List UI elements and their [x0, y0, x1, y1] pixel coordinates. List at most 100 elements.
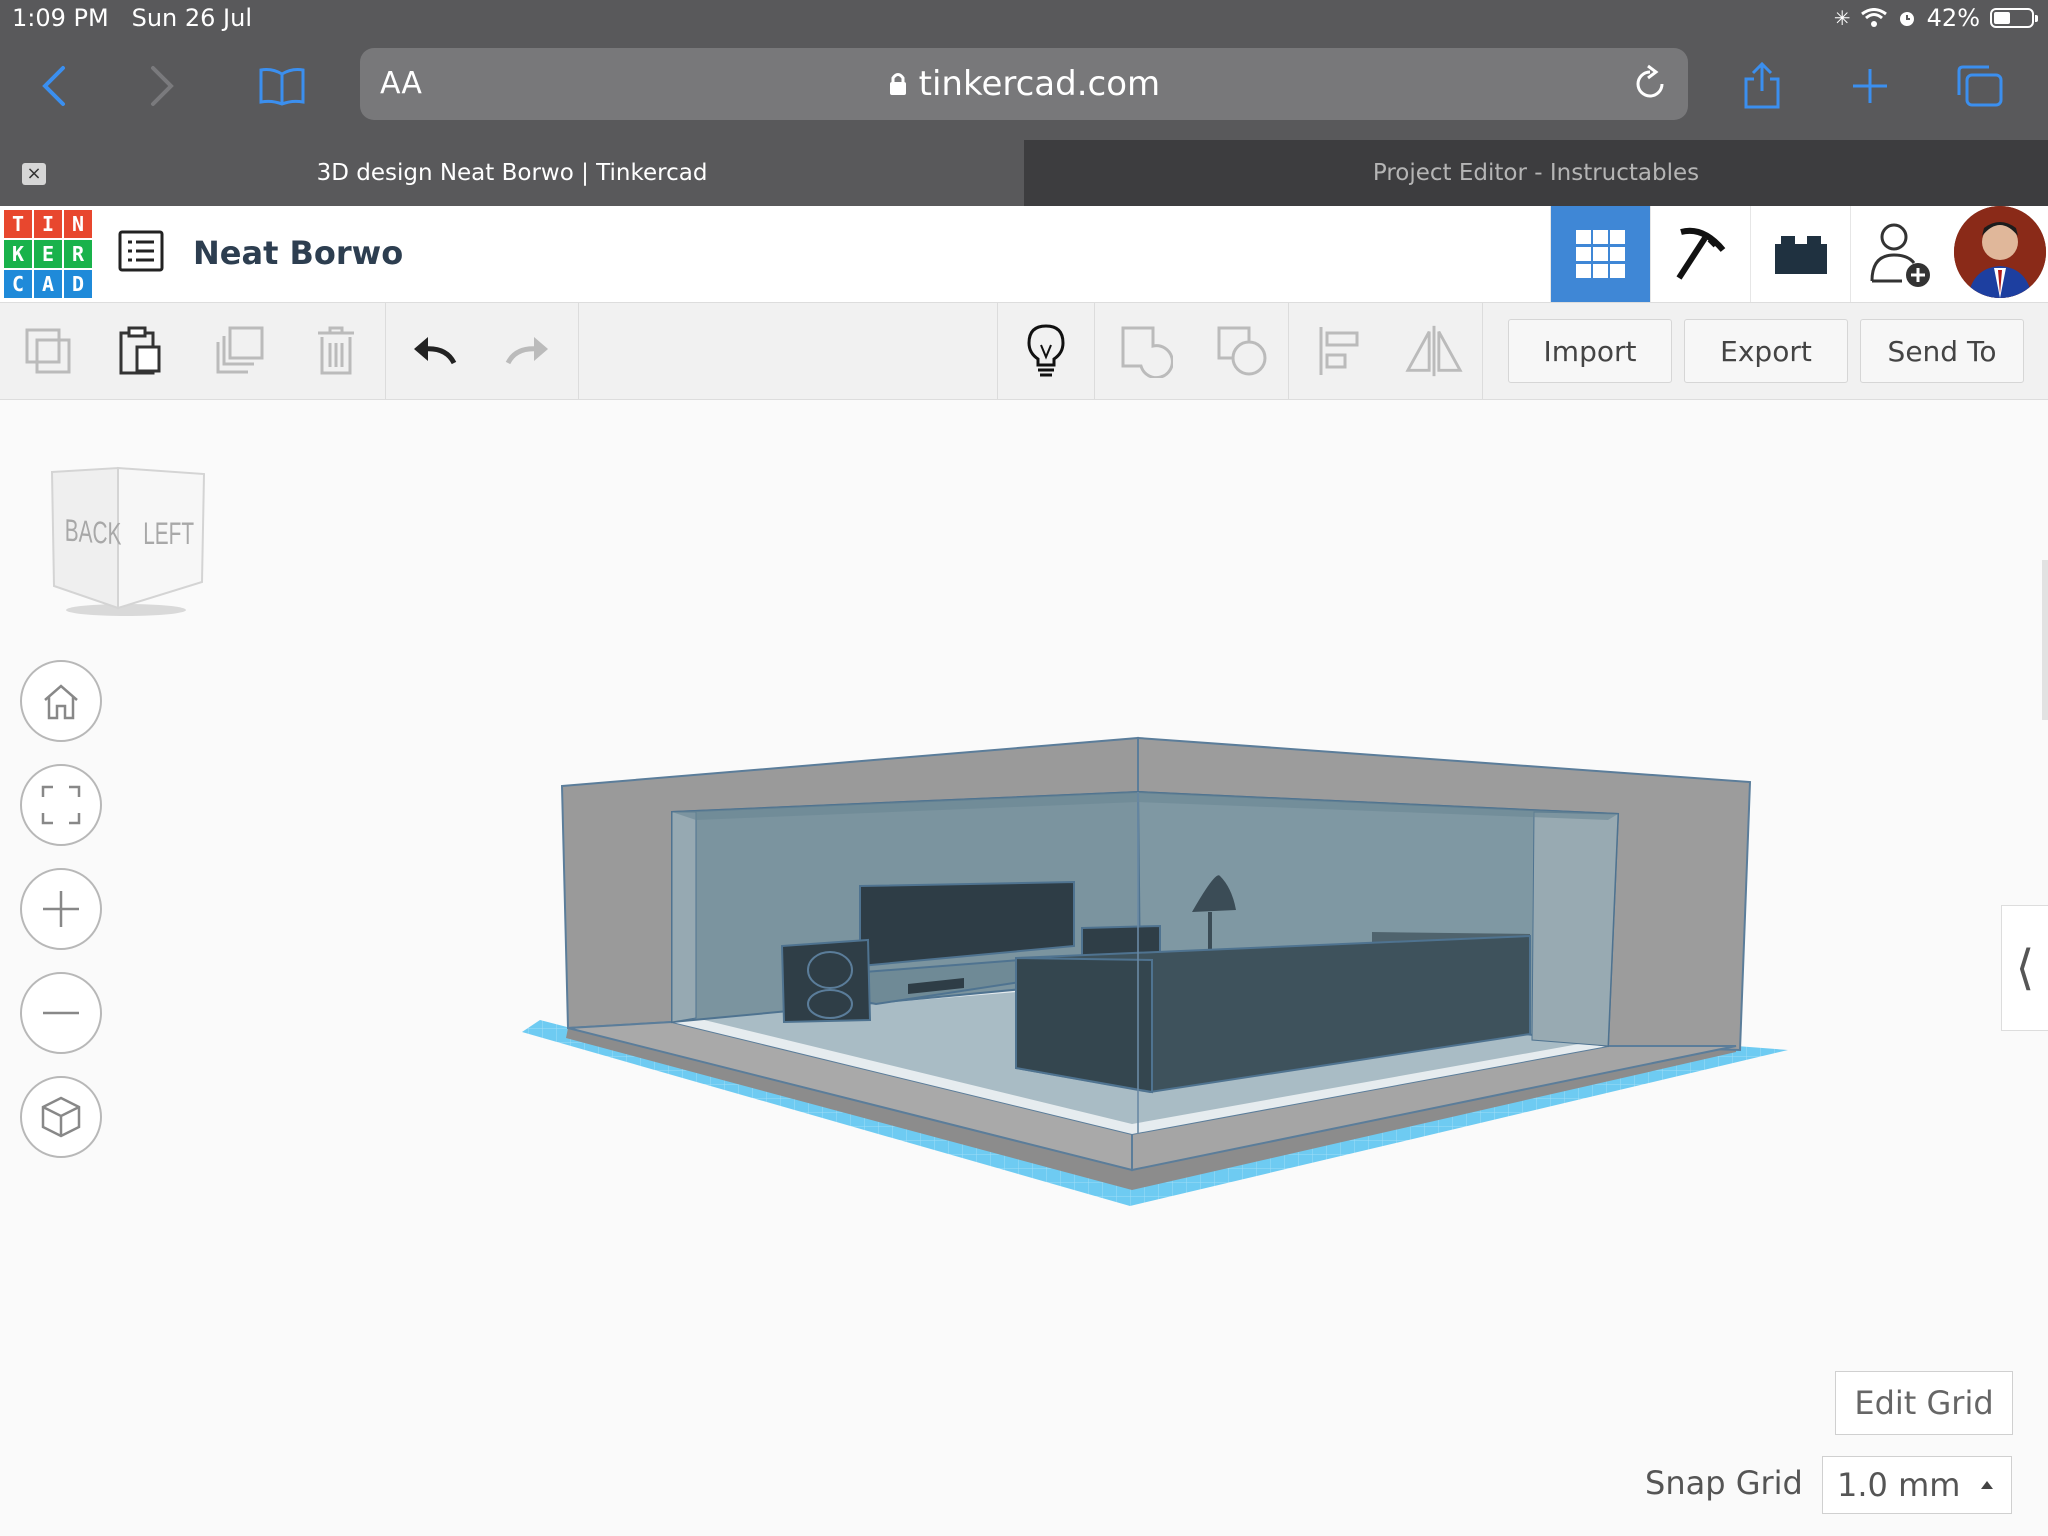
undo-button[interactable] [404, 321, 464, 381]
caret-up-icon [1981, 1481, 1993, 1489]
plus-icon [43, 891, 79, 927]
3d-workplane-scene[interactable] [500, 720, 1800, 1220]
book-icon [259, 68, 305, 106]
chevron-left-icon: ⟨ [2015, 940, 2035, 996]
tab-tinkercad[interactable]: 3D design Neat Borwo | Tinkercad [0, 140, 1024, 206]
zoom-out-button[interactable] [20, 972, 102, 1054]
safari-chrome: 1:09 PM Sun 26 Jul ✳ 42% AA tinkercad.co… [0, 0, 2048, 140]
delete-button[interactable] [306, 321, 366, 381]
share-button[interactable] [1732, 56, 1792, 116]
clipboard-icon [119, 326, 161, 375]
list-icon [118, 230, 164, 272]
status-clock: 1:09 PM [12, 4, 109, 32]
tab-bar: 3D design Neat Borwo | Tinkercad × Proje… [0, 140, 2048, 206]
project-title[interactable]: Neat Borwo [193, 234, 403, 272]
mirror-button[interactable] [1404, 321, 1464, 381]
address-bar[interactable]: AA tinkercad.com [360, 48, 1688, 120]
logo-letter: D [64, 270, 92, 298]
invite-user-button[interactable] [1850, 206, 1951, 302]
avatar-image [1954, 206, 2046, 298]
alarm-icon [1899, 12, 1914, 26]
import-button[interactable]: Import [1508, 319, 1672, 383]
inner-side-right [1531, 811, 1619, 1047]
blocks-view-button[interactable] [1650, 206, 1751, 302]
collapse-panel-button[interactable]: ⟨ [2001, 905, 2048, 1031]
edit-grid-button[interactable]: Edit Grid [1835, 1371, 2013, 1435]
paste-button[interactable] [110, 321, 170, 381]
grid-view-icon [1576, 230, 1625, 278]
tinkercad-logo[interactable]: TIN KER CAD [4, 210, 92, 298]
viewcube-left-label: LEFT [143, 516, 194, 551]
wifi-icon [1860, 8, 1887, 27]
user-avatar[interactable] [1954, 206, 2046, 298]
activity-icon: ✳ [1833, 6, 1851, 30]
group-icon [1121, 326, 1173, 378]
fit-icon [41, 785, 81, 825]
design-list-button[interactable] [118, 230, 164, 276]
logo-letter: E [34, 240, 62, 268]
new-tab-button[interactable] [1840, 56, 1900, 116]
duplicate-button[interactable] [210, 321, 270, 381]
notes-button[interactable] [1016, 321, 1076, 381]
duplicate-icon [216, 326, 264, 374]
scrollbar[interactable] [2042, 560, 2048, 720]
logo-letter: K [4, 240, 32, 268]
tab-instructables[interactable]: Project Editor - Instructables [1024, 140, 2048, 206]
copy-icon [25, 328, 71, 374]
status-date: Sun 26 Jul [131, 4, 253, 32]
copy-button[interactable] [18, 321, 78, 381]
minus-icon [43, 1011, 79, 1015]
battery-percent: 42% [1926, 4, 1980, 32]
home-view-button[interactable] [20, 660, 102, 742]
ungroup-button[interactable] [1212, 321, 1272, 381]
sofa-arm [1015, 956, 1153, 1094]
reload-icon [1636, 64, 1664, 98]
bookmarks-button[interactable] [252, 56, 312, 116]
add-user-icon [1870, 223, 1930, 287]
logo-letter: T [4, 210, 32, 238]
logo-letter: N [64, 210, 92, 238]
status-indicators: ✳ 42% [1833, 4, 2038, 32]
redo-icon [505, 337, 548, 365]
url-display[interactable]: tinkercad.com [360, 64, 1688, 104]
inner-side-left [671, 811, 697, 1023]
back-button[interactable] [24, 56, 84, 116]
viewcube-back-label: BACK [65, 512, 122, 551]
export-button[interactable]: Export [1684, 319, 1848, 383]
url-text: tinkercad.com [918, 64, 1161, 104]
app-header: TIN KER CAD Neat Borwo [0, 206, 2048, 303]
3d-view-button[interactable] [1550, 206, 1651, 302]
snap-grid-value: 1.0 mm [1837, 1466, 1961, 1504]
chevron-left-icon [42, 66, 65, 106]
logo-letter: A [34, 270, 62, 298]
trash-icon [318, 326, 354, 375]
reload-button[interactable] [1632, 64, 1668, 106]
battery-icon [1990, 8, 2038, 28]
tabs-overview-button[interactable] [1950, 56, 2010, 116]
pickaxe-icon [1676, 227, 1726, 280]
undo-icon [414, 337, 457, 365]
logo-letter: C [4, 270, 32, 298]
send-to-button[interactable]: Send To [1860, 319, 2024, 383]
logo-letter: I [34, 210, 62, 238]
status-time: 1:09 PM Sun 26 Jul [12, 4, 252, 32]
snap-grid-label: Snap Grid [1645, 1464, 1803, 1502]
snap-grid-select[interactable]: 1.0 mm [1822, 1456, 2012, 1514]
align-button[interactable] [1310, 321, 1370, 381]
tabs-icon [1957, 65, 2003, 107]
group-button[interactable] [1116, 321, 1176, 381]
tab-close-button[interactable]: × [22, 163, 46, 185]
bricks-view-button[interactable] [1750, 206, 1851, 302]
redo-button[interactable] [498, 321, 558, 381]
zoom-in-button[interactable] [20, 868, 102, 950]
forward-button[interactable] [132, 56, 192, 116]
lightbulb-icon [1027, 324, 1065, 377]
fit-view-button[interactable] [20, 764, 102, 846]
tab-label: 3D design Neat Borwo | Tinkercad [316, 160, 708, 186]
home-icon [44, 684, 78, 720]
perspective-toggle-button[interactable] [20, 1076, 102, 1158]
edit-toolbar: Import Export Send To [0, 303, 2048, 400]
tab-label: Project Editor - Instructables [1372, 160, 1700, 186]
view-cube[interactable]: BACK LEFT [44, 460, 214, 624]
align-icon [1319, 327, 1359, 375]
